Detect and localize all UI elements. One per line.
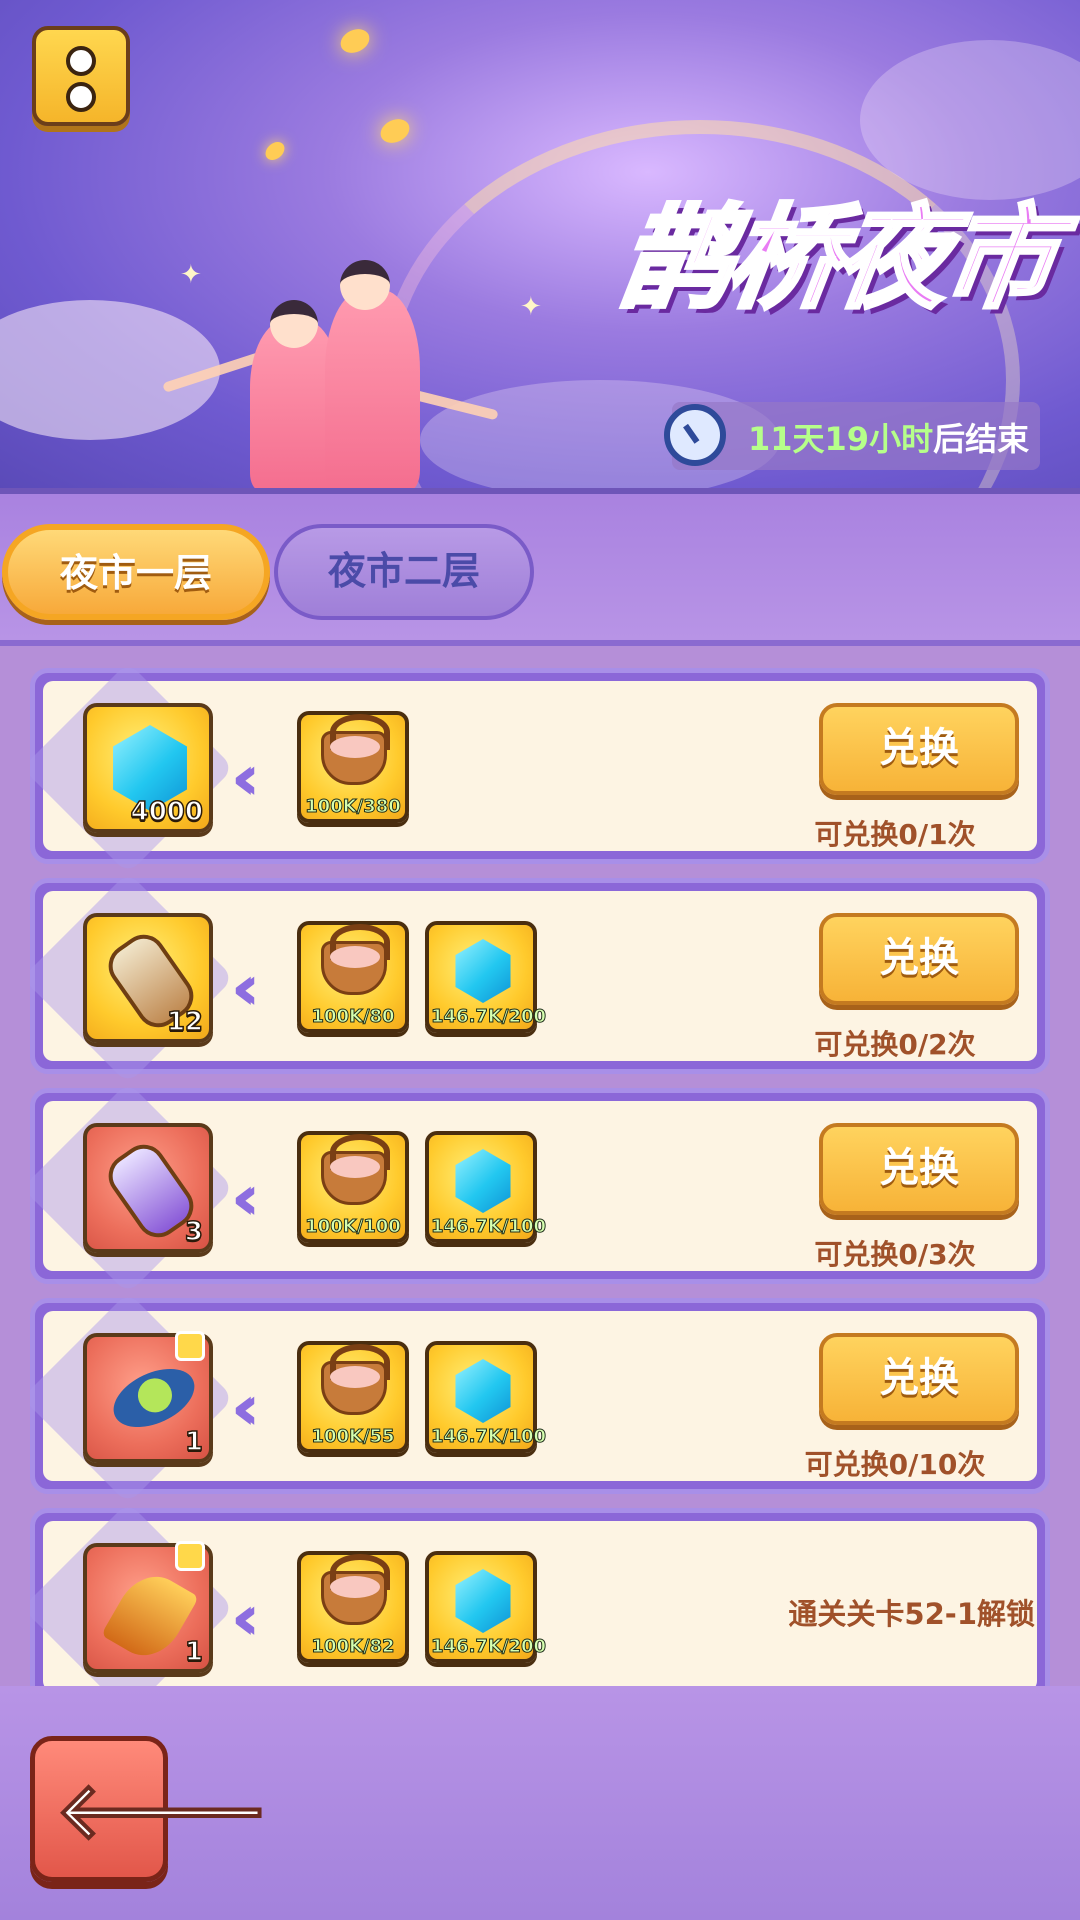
event-title: 鹊桥夜市 (609, 192, 1063, 326)
exchange-button[interactable]: 兑换 (819, 703, 1019, 795)
reward-quantity: 12 (166, 1006, 204, 1038)
cost-label: 100K/82 (311, 1636, 395, 1658)
exchange-row-locked: 1 ‹‹ 100K/82 146.7K/200 通关关卡52-1解锁 (30, 1501, 1050, 1686)
diamond-icon (455, 1359, 511, 1423)
cost-slot[interactable]: 146.7K/100 (425, 1341, 547, 1453)
cost-slot[interactable]: 146.7K/200 (425, 1551, 547, 1663)
cost-label: 100K/380 (305, 796, 402, 818)
exchange-limit: 可兑换0/2次 (814, 1028, 976, 1061)
back-arrow-icon: 🡐 (53, 1764, 272, 1857)
flower-basket-icon (321, 924, 390, 995)
flower-basket-icon (321, 714, 390, 785)
cost-slot[interactable]: 100K/82 (297, 1551, 409, 1663)
sparkle-icon: ✦ (520, 292, 542, 322)
cost-label: 146.7K/100 (431, 1216, 547, 1238)
cost-slot[interactable]: 100K/380 (297, 711, 409, 823)
back-button[interactable]: 🡐 (30, 1736, 272, 1882)
double-chevron-left-icon: ‹‹ (231, 741, 260, 814)
reward-slot[interactable]: 1 (83, 1541, 213, 1673)
cost-label: 146.7K/100 (431, 1426, 547, 1448)
exchange-limit: 可兑换0/1次 (814, 818, 976, 851)
reward-quantity: 3 (184, 1216, 204, 1248)
tab-bar: 夜市一层 夜市二层 (0, 494, 1080, 646)
timer-value: 11天19小时 (748, 420, 934, 458)
reward-slot[interactable]: 1 (83, 1331, 213, 1463)
flower-basket-icon (321, 1554, 390, 1625)
exchange-row: 12 ‹‹ 100K/80 146.7K/200 兑换 可兑换0/2次 (30, 871, 1050, 1085)
lantern-decoration (376, 114, 414, 148)
cost-slot[interactable]: 100K/55 (297, 1341, 409, 1453)
exchange-button[interactable]: 兑换 (819, 913, 1019, 1005)
diamond-icon (455, 939, 511, 1003)
clock-icon (664, 404, 726, 466)
reward-slot[interactable]: 12 (83, 913, 213, 1043)
exchange-limit: 可兑换0/3次 (814, 1238, 976, 1271)
reward-slot[interactable]: 3 (83, 1123, 213, 1253)
reward-quantity: 1 (184, 1426, 204, 1458)
tab-night-market-floor-2[interactable]: 夜市二层 (274, 524, 534, 620)
exchange-row: 3 ‹‹ 100K/100 146.7K/100 兑换 可兑换0/3次 (30, 1081, 1050, 1295)
double-chevron-left-icon: ‹‹ (231, 951, 260, 1024)
diamond-icon (455, 1149, 511, 1213)
reward-quantity: 4000 (130, 796, 204, 828)
cost-label: 100K/100 (305, 1216, 402, 1238)
lantern-decoration (262, 138, 288, 164)
cost-slot[interactable]: 100K/80 (297, 921, 409, 1033)
exchange-row: 4000 ‹‹ 100K/380 兑换 可兑换0/1次 (30, 668, 1050, 875)
countdown-timer: 11天19小时后结束 (664, 402, 1040, 470)
double-chevron-left-icon: ‹‹ (231, 1371, 260, 1444)
timer-suffix: 后结束 (933, 420, 1030, 458)
double-chevron-left-icon: ‹‹ (231, 1581, 260, 1654)
event-banner: ✦ ✦ ✦ 鹊桥夜市 11天19小时后结束 (0, 0, 1080, 492)
unlock-requirement: 通关关卡52-1解锁 (788, 1597, 1035, 1631)
puzzle-piece-icon (175, 1541, 205, 1571)
lantern-decoration (336, 24, 374, 58)
reward-slot[interactable]: 4000 (83, 703, 213, 833)
exchange-button[interactable]: 兑换 (819, 1333, 1019, 1425)
exchange-button[interactable]: 兑换 (819, 1123, 1019, 1215)
flower-basket-icon (321, 1134, 390, 1205)
exchange-list[interactable]: 4000 ‹‹ 100K/380 兑换 可兑换0/1次 12 ‹‹ 100K/8… (30, 668, 1050, 1686)
cost-slot[interactable]: 100K/100 (297, 1131, 409, 1243)
puzzle-piece-icon (175, 1331, 205, 1361)
reward-quantity: 1 (184, 1636, 204, 1668)
cost-label: 146.7K/200 (431, 1006, 547, 1028)
flower-basket-icon (321, 1344, 390, 1415)
cost-label: 100K/80 (311, 1006, 395, 1028)
couple-illustration (162, 240, 499, 490)
menu-button[interactable] (32, 26, 130, 126)
diamond-icon (455, 1569, 511, 1633)
double-chevron-left-icon: ‹‹ (231, 1161, 260, 1234)
cost-label: 100K/55 (311, 1426, 395, 1448)
cost-label: 146.7K/200 (431, 1636, 547, 1658)
tab-night-market-floor-1[interactable]: 夜市一层 (2, 524, 270, 620)
cost-slot[interactable]: 146.7K/100 (425, 1131, 547, 1243)
exchange-row: 1 ‹‹ 100K/55 146.7K/100 兑换 可兑换0/10次 (30, 1291, 1050, 1505)
cost-slot[interactable]: 146.7K/200 (425, 921, 547, 1033)
exchange-limit: 可兑换0/10次 (804, 1448, 986, 1481)
